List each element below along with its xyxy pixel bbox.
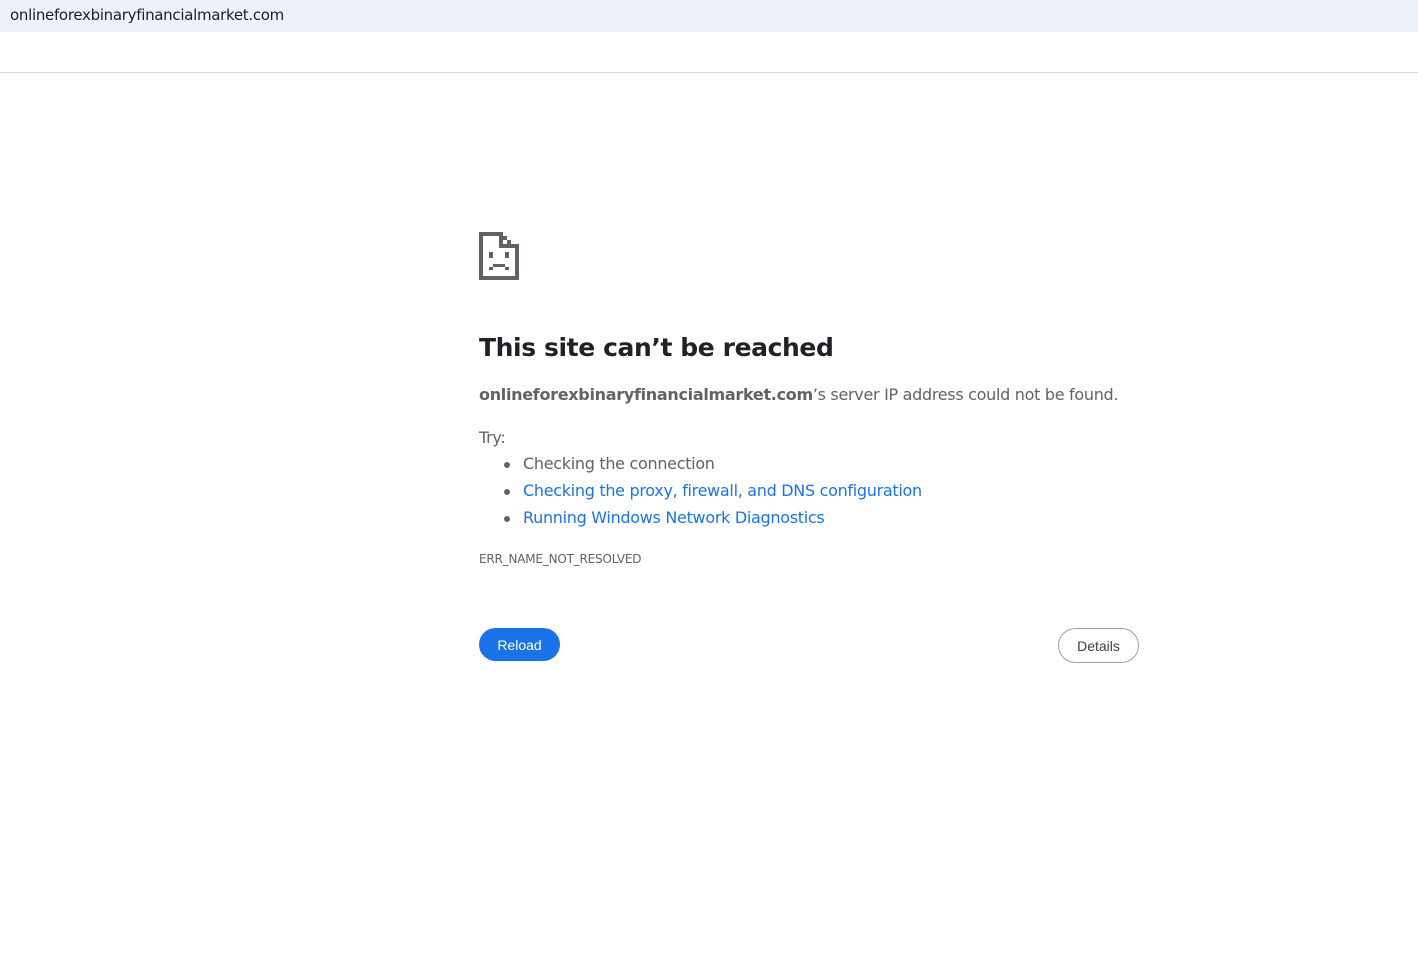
- sad-page-icon: [479, 232, 519, 280]
- error-host: onlineforexbinaryfinancialmarket.com: [479, 385, 813, 404]
- bullet-icon: [504, 462, 510, 468]
- suggestion-proxy-link[interactable]: Checking the proxy, firewall, and DNS co…: [523, 481, 922, 500]
- address-bar[interactable]: onlineforexbinaryfinancialmarket.com: [0, 0, 1418, 32]
- bullet-icon: [504, 489, 510, 495]
- error-code: ERR_NAME_NOT_RESOLVED: [479, 552, 642, 566]
- try-label: Try:: [479, 428, 506, 447]
- suggestion-diagnostics-link[interactable]: Running Windows Network Diagnostics: [523, 508, 825, 527]
- error-message-suffix: ’s server IP address could not be found.: [812, 385, 1119, 404]
- suggestion-item: Running Windows Network Diagnostics: [479, 507, 922, 534]
- suggestion-item: Checking the connection: [479, 453, 922, 480]
- details-button[interactable]: Details: [1058, 628, 1139, 663]
- suggestion-item: Checking the proxy, firewall, and DNS co…: [479, 480, 922, 507]
- address-text[interactable]: onlineforexbinaryfinancialmarket.com: [10, 6, 284, 24]
- suggestion-check-connection: Checking the connection: [523, 454, 715, 473]
- reload-button[interactable]: Reload: [479, 628, 560, 661]
- page-title: This site can’t be reached: [479, 333, 834, 362]
- error-message: onlineforexbinaryfinancialmarket.com’s s…: [479, 385, 1119, 404]
- suggestion-list: Checking the connection Checking the pro…: [479, 453, 922, 534]
- bullet-icon: [504, 516, 510, 522]
- toolbar-area: [0, 32, 1418, 73]
